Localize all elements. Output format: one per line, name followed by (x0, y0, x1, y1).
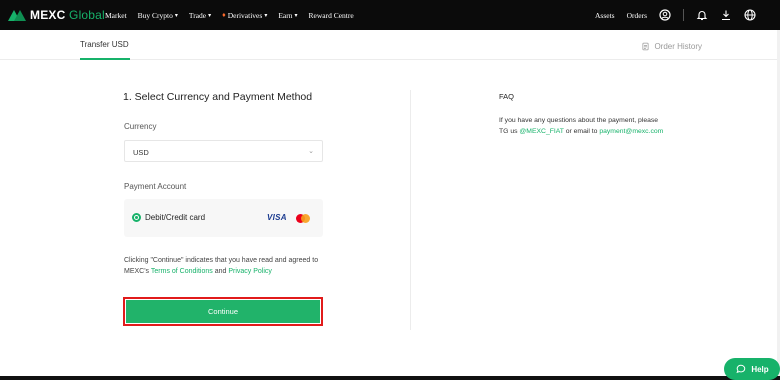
radio-selected[interactable] (132, 213, 141, 222)
globe-icon[interactable] (744, 9, 756, 21)
mexc-logo[interactable]: MEXC Global (8, 8, 105, 22)
active-tab-indicator (80, 58, 130, 60)
continue-highlight: Continue (123, 297, 323, 326)
continue-button[interactable]: Continue (126, 300, 320, 323)
chevron-down-icon: ▾ (174, 12, 178, 19)
payment-account-label: Payment Account (124, 182, 187, 191)
bottom-bar (0, 376, 780, 380)
visa-logo: VISA (267, 213, 287, 222)
nav-reward-centre[interactable]: Reward Centre (309, 11, 354, 20)
help-label: Help (751, 364, 769, 374)
download-icon[interactable] (720, 9, 732, 21)
nav-orders[interactable]: Orders (627, 11, 647, 20)
mastercard-icon (296, 214, 310, 223)
sub-header: Transfer USD Order History (0, 30, 780, 60)
bell-icon[interactable] (696, 9, 708, 21)
logo-text: MEXC Global (30, 8, 105, 22)
order-history-link[interactable]: Order History (639, 40, 702, 52)
faq-text: If you have any questions about the paym… (499, 117, 664, 135)
nav-assets[interactable]: Assets (595, 11, 615, 20)
section-title: 1. Select Currency and Payment Method (123, 91, 313, 103)
nav-derivatives[interactable]: ♦ Derivatives ▾ (222, 11, 267, 20)
top-navbar: MEXC Global Market Buy Crypto ▾ Trade ▾ ♦ D… (0, 0, 780, 30)
nav-trade[interactable]: Trade ▾ (189, 11, 211, 20)
main-nav: Market Buy Crypto ▾ Trade ▾ ♦ Derivatives ▾ … (105, 0, 354, 30)
right-nav: Assets Orders (595, 0, 756, 30)
agreement-text: Clicking "Continue" indicates that you h… (124, 257, 319, 275)
faq-title: FAQ (499, 92, 515, 101)
column-divider (410, 90, 411, 330)
chat-icon (735, 363, 747, 375)
nav-earn[interactable]: Earn ▾ (278, 11, 297, 20)
chevron-down-icon: ▾ (208, 12, 212, 19)
nav-buy-crypto[interactable]: Buy Crypto ▾ (138, 11, 178, 20)
payment-method-label: Debit/Credit card (145, 213, 206, 222)
chevron-down-icon: ▾ (264, 12, 268, 19)
privacy-link[interactable]: Privacy Policy (228, 268, 272, 275)
flame-icon: ♦ (222, 11, 226, 19)
nav-market[interactable]: Market (105, 11, 127, 20)
payment-method-option[interactable]: Debit/Credit card VISA (124, 199, 323, 237)
chevron-down-icon: ⌄ (308, 148, 314, 155)
tab-transfer-usd[interactable]: Transfer USD (80, 40, 129, 49)
currency-value: USD (133, 148, 149, 157)
order-history-label: Order History (654, 41, 702, 51)
mexc-logo-icon (8, 9, 26, 21)
email-link[interactable]: payment@mexc.com (599, 128, 663, 135)
chevron-down-icon: ▾ (294, 12, 298, 19)
nav-separator (683, 9, 684, 21)
telegram-link[interactable]: @MEXC_FIAT (519, 128, 563, 135)
user-icon[interactable] (659, 9, 671, 21)
currency-label: Currency (124, 122, 157, 131)
currency-select[interactable]: USD ⌄ (124, 140, 323, 162)
help-button[interactable]: Help (724, 358, 780, 380)
document-icon (639, 40, 651, 52)
terms-link[interactable]: Terms of Conditions (151, 268, 213, 275)
